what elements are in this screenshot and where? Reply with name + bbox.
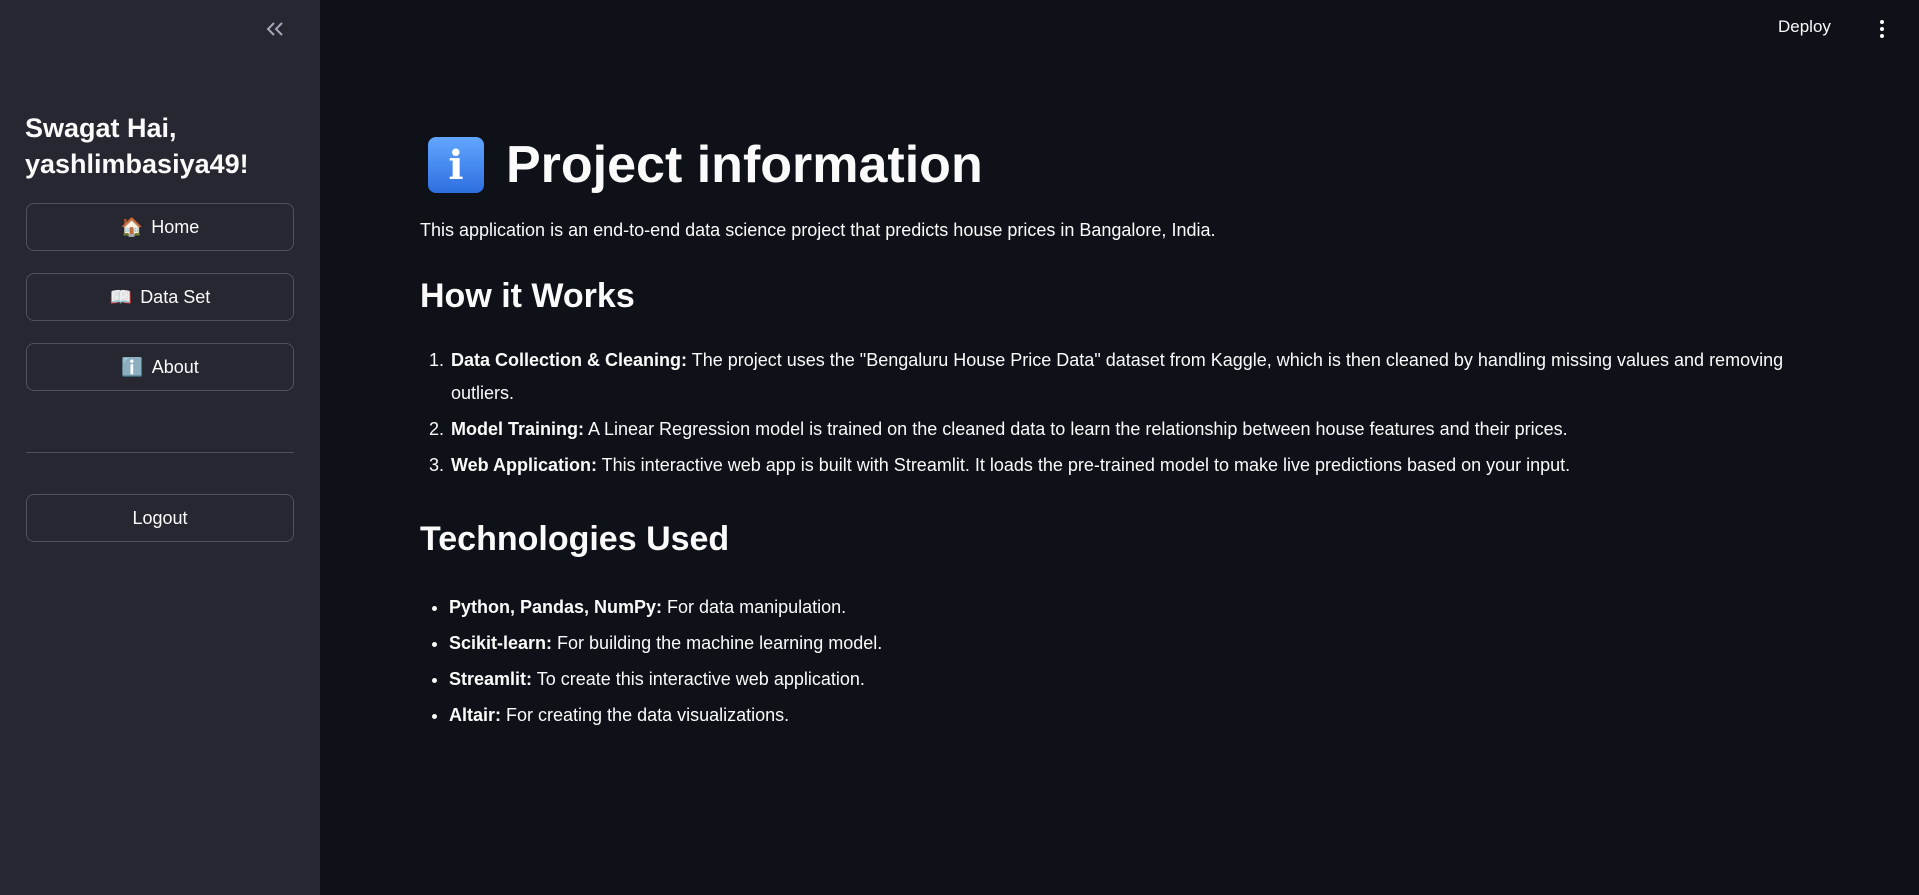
sidebar: Swagat Hai, yashlimbasiya49! 🏠 Home 📖 Da… <box>0 0 320 895</box>
about-button-label: About <box>151 356 199 377</box>
tech-name: Streamlit: <box>449 669 533 689</box>
step-title: Data Collection & Cleaning: <box>451 350 688 370</box>
step-title: Web Application: <box>451 455 597 475</box>
step-text: A Linear Regression model is trained on … <box>584 419 1568 439</box>
about-button[interactable]: ℹ️ About <box>26 343 294 391</box>
tech-name: Scikit-learn: <box>449 633 553 653</box>
book-icon: 📖 <box>109 286 133 307</box>
tech-name: Python, Pandas, NumPy: <box>449 597 663 617</box>
home-button[interactable]: 🏠 Home <box>26 203 294 251</box>
page-header: i Project information <box>420 130 1800 200</box>
tech-text: For creating the data visualizations. <box>501 705 790 725</box>
list-item: Web Application: This interactive web ap… <box>449 449 1800 482</box>
tech-text: For data manipulation. <box>662 597 847 617</box>
tech-name: Altair: <box>449 705 502 725</box>
sidebar-divider <box>26 452 294 453</box>
main-content: i Project information This application i… <box>420 130 1800 733</box>
list-item: Data Collection & Cleaning: The project … <box>449 344 1800 410</box>
intro-paragraph: This application is an end-to-end data s… <box>420 220 1216 240</box>
logout-button[interactable]: Logout <box>26 494 294 542</box>
page-title: Project information <box>506 136 983 194</box>
menu-dot <box>1880 27 1884 31</box>
tech-text: To create this interactive web applicati… <box>532 669 865 689</box>
step-text: This interactive web app is built with S… <box>597 455 1571 475</box>
double-chevron-left-icon <box>266 22 283 36</box>
technologies-list: Python, Pandas, NumPy: For data manipula… <box>420 589 1800 733</box>
list-item: Streamlit: To create this interactive we… <box>449 661 1800 697</box>
info-icon: ℹ️ <box>121 356 144 377</box>
app-root: Swagat Hai, yashlimbasiya49! 🏠 Home 📖 Da… <box>0 0 1919 895</box>
list-item: Scikit-learn: For building the machine l… <box>449 625 1800 661</box>
deploy-button[interactable]: Deploy <box>1778 17 1831 37</box>
home-button-label: Home <box>151 216 200 237</box>
list-item: Altair: For creating the data visualizat… <box>449 697 1800 733</box>
sidebar-greeting: Swagat Hai, yashlimbasiya49! <box>25 113 249 179</box>
tech-text: For building the machine learning model. <box>552 633 883 653</box>
menu-dot <box>1880 34 1884 38</box>
house-icon: 🏠 <box>120 216 144 237</box>
collapse-sidebar-icon[interactable] <box>260 14 290 44</box>
step-title: Model Training: <box>451 419 584 439</box>
list-item: Python, Pandas, NumPy: For data manipula… <box>449 589 1800 625</box>
how-it-works-heading: How it Works <box>420 277 635 315</box>
logout-button-label: Logout <box>132 507 188 528</box>
menu-dot <box>1880 20 1884 24</box>
info-icon: i <box>428 137 484 193</box>
list-item: Model Training: A Linear Regression mode… <box>449 413 1800 446</box>
how-it-works-list: Data Collection & Cleaning: The project … <box>420 344 1800 482</box>
data-set-button[interactable]: 📖 Data Set <box>26 273 294 321</box>
technologies-heading: Technologies Used <box>420 520 730 558</box>
data-set-button-label: Data Set <box>140 286 211 307</box>
more-vertical-icon[interactable] <box>1872 14 1892 44</box>
